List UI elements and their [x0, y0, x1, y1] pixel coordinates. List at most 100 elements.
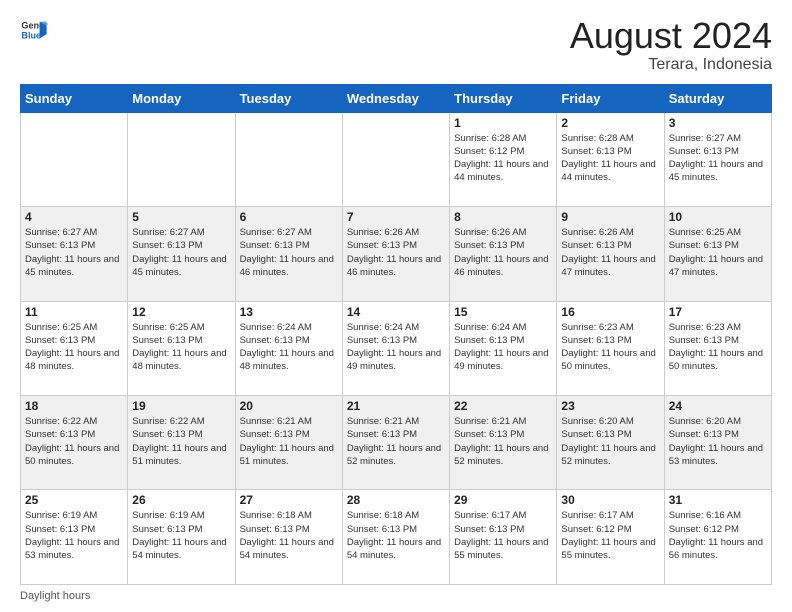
week-row-3: 11 Sunrise: 6:25 AM Sunset: 6:13 PM Dayli…: [21, 301, 772, 395]
weekday-header-sunday: Sunday: [21, 84, 128, 112]
day-number: 11: [25, 305, 123, 319]
day-info: Sunrise: 6:21 AM Sunset: 6:13 PM Dayligh…: [454, 415, 552, 468]
calendar-cell: 30 Sunrise: 6:17 AM Sunset: 6:12 PM Dayli…: [557, 490, 664, 585]
day-number: 9: [561, 210, 659, 224]
day-info: Sunrise: 6:22 AM Sunset: 6:13 PM Dayligh…: [25, 415, 123, 468]
day-number: 25: [25, 493, 123, 507]
day-number: 2: [561, 116, 659, 130]
week-row-5: 25 Sunrise: 6:19 AM Sunset: 6:13 PM Dayli…: [21, 490, 772, 585]
day-info: Sunrise: 6:27 AM Sunset: 6:13 PM Dayligh…: [669, 132, 767, 185]
footer-note: Daylight hours: [20, 590, 772, 602]
calendar-table: SundayMondayTuesdayWednesdayThursdayFrid…: [20, 84, 772, 585]
day-info: Sunrise: 6:26 AM Sunset: 6:13 PM Dayligh…: [454, 226, 552, 279]
day-info: Sunrise: 6:24 AM Sunset: 6:13 PM Dayligh…: [454, 321, 552, 374]
day-info: Sunrise: 6:16 AM Sunset: 6:12 PM Dayligh…: [669, 509, 767, 562]
day-number: 30: [561, 493, 659, 507]
calendar-cell: 22 Sunrise: 6:21 AM Sunset: 6:13 PM Dayli…: [450, 396, 557, 490]
day-number: 6: [240, 210, 338, 224]
weekday-header-row: SundayMondayTuesdayWednesdayThursdayFrid…: [21, 84, 772, 112]
day-number: 20: [240, 399, 338, 413]
calendar-cell: 29 Sunrise: 6:17 AM Sunset: 6:13 PM Dayli…: [450, 490, 557, 585]
calendar-cell: [21, 112, 128, 206]
day-number: 3: [669, 116, 767, 130]
day-info: Sunrise: 6:25 AM Sunset: 6:13 PM Dayligh…: [669, 226, 767, 279]
day-number: 10: [669, 210, 767, 224]
calendar-cell: 13 Sunrise: 6:24 AM Sunset: 6:13 PM Dayli…: [235, 301, 342, 395]
day-info: Sunrise: 6:19 AM Sunset: 6:13 PM Dayligh…: [132, 509, 230, 562]
calendar-cell: 24 Sunrise: 6:20 AM Sunset: 6:13 PM Dayli…: [664, 396, 771, 490]
daylight-label: Daylight hours: [20, 590, 90, 602]
day-number: 13: [240, 305, 338, 319]
calendar-cell: 12 Sunrise: 6:25 AM Sunset: 6:13 PM Dayli…: [128, 301, 235, 395]
day-number: 22: [454, 399, 552, 413]
calendar-cell: 19Sunrise: 6:22 AM Sunset: 6:13 PM Dayli…: [128, 396, 235, 490]
calendar-cell: 17 Sunrise: 6:23 AM Sunset: 6:13 PM Dayli…: [664, 301, 771, 395]
day-info: Sunrise: 6:27 AM Sunset: 6:13 PM Dayligh…: [132, 226, 230, 279]
day-number: 12: [132, 305, 230, 319]
calendar-cell: 25 Sunrise: 6:19 AM Sunset: 6:13 PM Dayli…: [21, 490, 128, 585]
day-number: 21: [347, 399, 445, 413]
day-number: 19: [132, 399, 230, 413]
day-info: Sunrise: 6:17 AM Sunset: 6:12 PM Dayligh…: [561, 509, 659, 562]
calendar-cell: 6 Sunrise: 6:27 AM Sunset: 6:13 PM Daylig…: [235, 207, 342, 301]
day-number: 5: [132, 210, 230, 224]
calendar-cell: 31Sunrise: 6:16 AM Sunset: 6:12 PM Dayli…: [664, 490, 771, 585]
day-info: Sunrise: 6:23 AM Sunset: 6:13 PM Dayligh…: [561, 321, 659, 374]
day-info: Sunrise: 6:24 AM Sunset: 6:13 PM Dayligh…: [240, 321, 338, 374]
calendar-cell: 27Sunrise: 6:18 AM Sunset: 6:13 PM Dayli…: [235, 490, 342, 585]
title-area: August 2024 Terara, Indonesia: [570, 16, 772, 74]
calendar-cell: 23Sunrise: 6:20 AM Sunset: 6:13 PM Dayli…: [557, 396, 664, 490]
day-number: 24: [669, 399, 767, 413]
day-number: 18: [25, 399, 123, 413]
day-info: Sunrise: 6:25 AM Sunset: 6:13 PM Dayligh…: [132, 321, 230, 374]
month-title: August 2024: [570, 16, 772, 56]
day-info: Sunrise: 6:26 AM Sunset: 6:13 PM Dayligh…: [347, 226, 445, 279]
location: Terara, Indonesia: [570, 56, 772, 74]
day-number: 29: [454, 493, 552, 507]
calendar-cell: 15 Sunrise: 6:24 AM Sunset: 6:13 PM Dayli…: [450, 301, 557, 395]
calendar-cell: 21 Sunrise: 6:21 AM Sunset: 6:13 PM Dayli…: [342, 396, 449, 490]
day-number: 17: [669, 305, 767, 319]
day-info: Sunrise: 6:18 AM Sunset: 6:13 PM Dayligh…: [347, 509, 445, 562]
day-number: 4: [25, 210, 123, 224]
day-number: 15: [454, 305, 552, 319]
logo: General Blue: [20, 16, 48, 44]
calendar-cell: 16 Sunrise: 6:23 AM Sunset: 6:13 PM Dayli…: [557, 301, 664, 395]
day-number: 7: [347, 210, 445, 224]
day-number: 14: [347, 305, 445, 319]
weekday-header-wednesday: Wednesday: [342, 84, 449, 112]
day-info: Sunrise: 6:21 AM Sunset: 6:13 PM Dayligh…: [347, 415, 445, 468]
day-info: Sunrise: 6:25 AM Sunset: 6:13 PM Dayligh…: [25, 321, 123, 374]
calendar-cell: 11 Sunrise: 6:25 AM Sunset: 6:13 PM Dayli…: [21, 301, 128, 395]
day-info: Sunrise: 6:19 AM Sunset: 6:13 PM Dayligh…: [25, 509, 123, 562]
day-number: 16: [561, 305, 659, 319]
day-info: Sunrise: 6:20 AM Sunset: 6:13 PM Dayligh…: [669, 415, 767, 468]
weekday-header-saturday: Saturday: [664, 84, 771, 112]
week-row-2: 4 Sunrise: 6:27 AM Sunset: 6:13 PM Daylig…: [21, 207, 772, 301]
day-number: 8: [454, 210, 552, 224]
day-info: Sunrise: 6:28 AM Sunset: 6:13 PM Dayligh…: [561, 132, 659, 185]
calendar-cell: 7 Sunrise: 6:26 AM Sunset: 6:13 PM Daylig…: [342, 207, 449, 301]
day-info: Sunrise: 6:23 AM Sunset: 6:13 PM Dayligh…: [669, 321, 767, 374]
weekday-header-thursday: Thursday: [450, 84, 557, 112]
calendar-cell: 9 Sunrise: 6:26 AM Sunset: 6:13 PM Daylig…: [557, 207, 664, 301]
calendar-cell: 10 Sunrise: 6:25 AM Sunset: 6:13 PM Dayli…: [664, 207, 771, 301]
calendar-cell: 8 Sunrise: 6:26 AM Sunset: 6:13 PM Daylig…: [450, 207, 557, 301]
calendar-cell: [128, 112, 235, 206]
day-info: Sunrise: 6:26 AM Sunset: 6:13 PM Dayligh…: [561, 226, 659, 279]
day-info: Sunrise: 6:27 AM Sunset: 6:13 PM Dayligh…: [240, 226, 338, 279]
day-number: 1: [454, 116, 552, 130]
calendar-cell: 14Sunrise: 6:24 AM Sunset: 6:13 PM Dayli…: [342, 301, 449, 395]
generalblue-logo-icon: General Blue: [20, 16, 48, 44]
day-info: Sunrise: 6:28 AM Sunset: 6:12 PM Dayligh…: [454, 132, 552, 185]
day-info: Sunrise: 6:17 AM Sunset: 6:13 PM Dayligh…: [454, 509, 552, 562]
day-number: 23: [561, 399, 659, 413]
calendar-cell: 5 Sunrise: 6:27 AM Sunset: 6:13 PM Daylig…: [128, 207, 235, 301]
svg-text:Blue: Blue: [21, 30, 41, 40]
calendar-cell: 1 Sunrise: 6:28 AM Sunset: 6:12 PM Daylig…: [450, 112, 557, 206]
day-number: 26: [132, 493, 230, 507]
day-info: Sunrise: 6:27 AM Sunset: 6:13 PM Dayligh…: [25, 226, 123, 279]
week-row-4: 18 Sunrise: 6:22 AM Sunset: 6:13 PM Dayli…: [21, 396, 772, 490]
week-row-1: 1 Sunrise: 6:28 AM Sunset: 6:12 PM Daylig…: [21, 112, 772, 206]
calendar-cell: 20Sunrise: 6:21 AM Sunset: 6:13 PM Dayli…: [235, 396, 342, 490]
